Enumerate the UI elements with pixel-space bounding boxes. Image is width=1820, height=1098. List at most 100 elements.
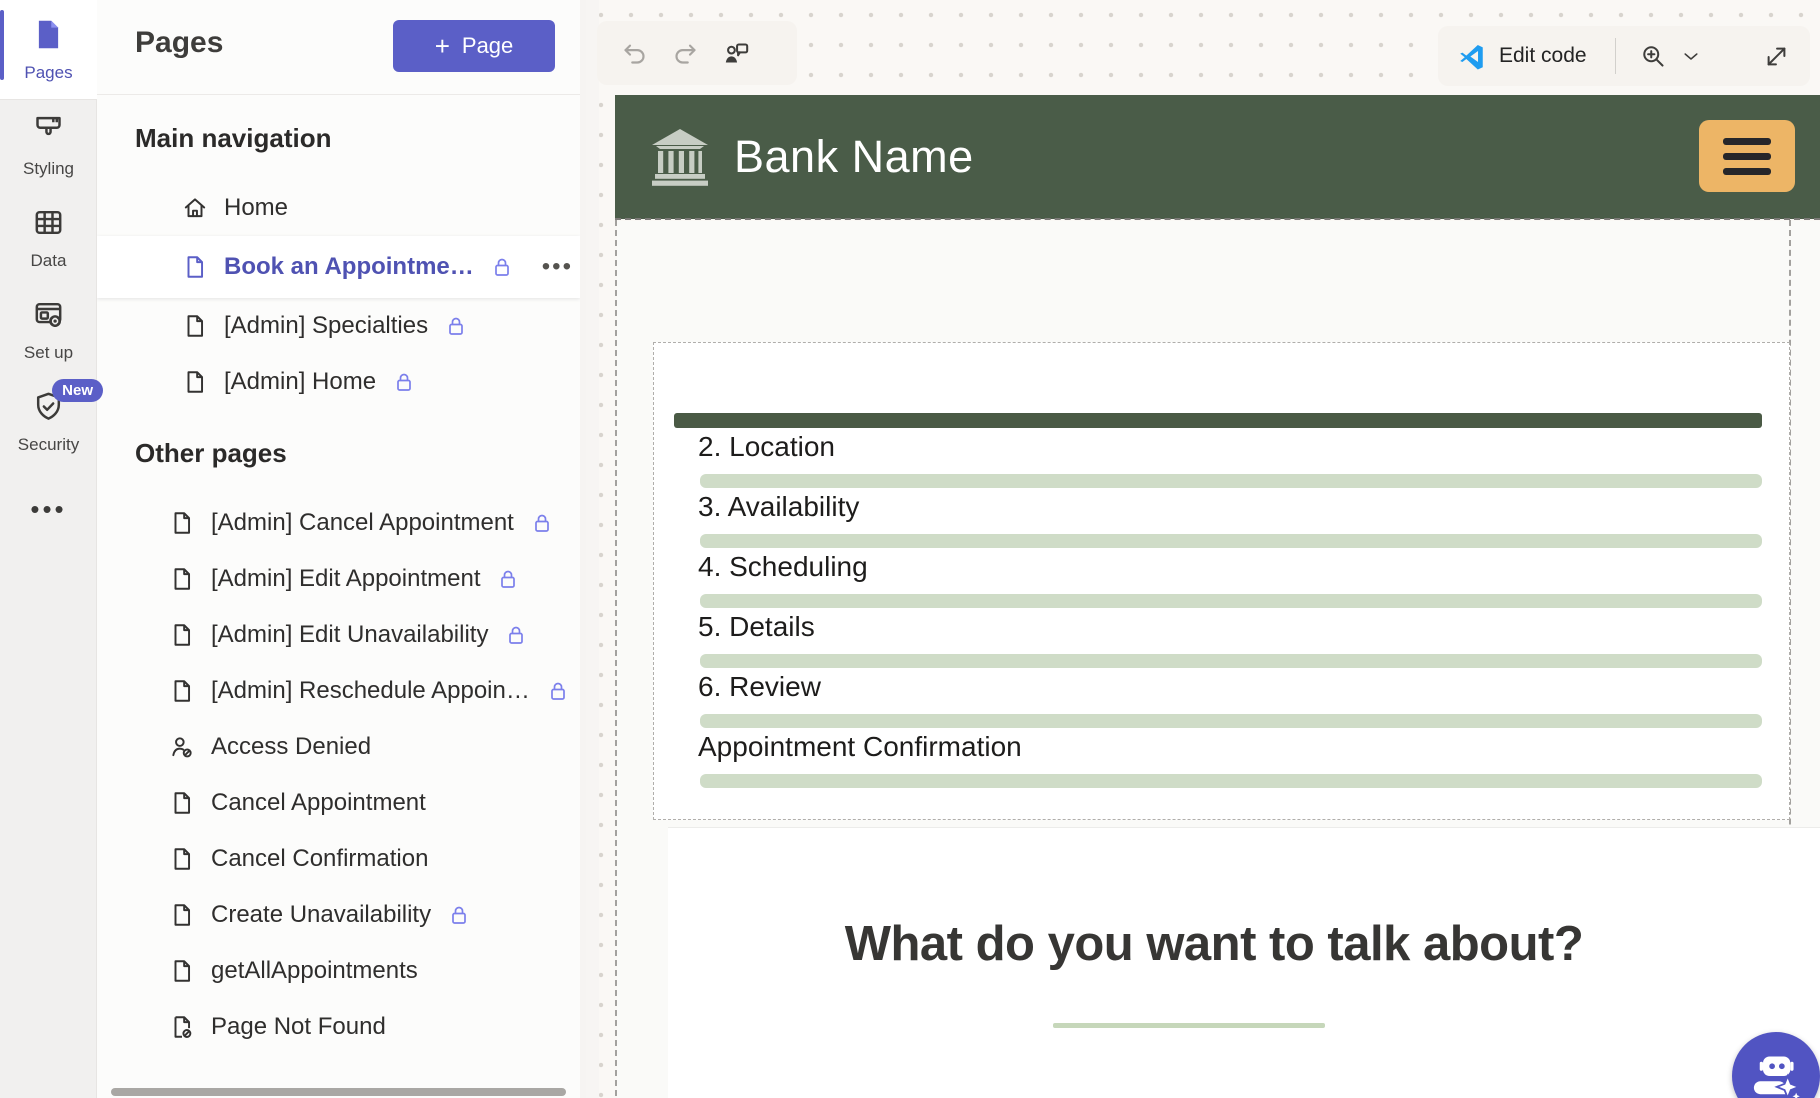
main-navigation-heading: Main navigation xyxy=(135,123,332,153)
horizontal-scrollbar[interactable] xyxy=(111,1088,566,1096)
sidebar-item-data[interactable]: Data xyxy=(0,192,97,284)
row-menu-icon[interactable]: ••• xyxy=(542,253,573,281)
sidebar-item-pages[interactable]: Pages xyxy=(0,0,97,100)
appointment-steps-section[interactable]: 2. Location 3. Availability 4. Scheduling 5… xyxy=(653,342,1790,820)
person-blocked-icon xyxy=(169,734,195,760)
home-icon xyxy=(182,195,208,221)
styling-icon xyxy=(32,114,65,152)
canvas-left-gutter xyxy=(586,0,599,1098)
page-list-item[interactable]: getAllAppointments xyxy=(97,943,580,999)
lock-icon xyxy=(496,567,520,591)
step-title: 4. Scheduling xyxy=(698,551,868,582)
other-pages-heading: Other pages xyxy=(135,438,287,468)
panel-scrollbar-track[interactable] xyxy=(580,0,586,1098)
panel-title: Pages xyxy=(135,26,224,59)
active-indicator xyxy=(0,10,4,80)
page-list-item-label: [Admin] Home xyxy=(224,368,377,395)
step-progress-bar xyxy=(700,654,1762,668)
main-navigation-list: Home Book an Appointme… ••• [Admin] Special… xyxy=(97,180,580,410)
add-page-button[interactable]: + Page xyxy=(393,20,555,72)
plus-icon: + xyxy=(434,31,450,61)
page-list-item[interactable]: Cancel Confirmation xyxy=(97,831,580,887)
design-canvas: Edit code Bank Name 2. Location 3. Availa… xyxy=(586,0,1820,1098)
hamburger-menu-button[interactable] xyxy=(1699,120,1795,192)
sidebar-item-styling[interactable]: Styling xyxy=(0,100,97,192)
zoom-in-icon[interactable] xyxy=(1640,43,1667,70)
page-list-item[interactable]: [Admin] Specialties xyxy=(97,298,580,354)
redo-icon[interactable] xyxy=(672,40,699,67)
page-list-item[interactable]: Home xyxy=(97,180,580,236)
pages-panel-header: Pages + Page xyxy=(97,0,580,95)
page-list-item[interactable]: [Admin] Home xyxy=(97,354,580,410)
toolbar-divider xyxy=(1614,38,1616,74)
chevron-down-icon[interactable] xyxy=(1681,43,1701,70)
page-list-item-label: Create Unavailability xyxy=(211,901,432,928)
site-header: Bank Name xyxy=(615,95,1820,219)
page-list-item-label: Home xyxy=(224,194,289,221)
lock-icon xyxy=(392,370,416,394)
page-list-item-label: Book an Appointme… xyxy=(224,253,474,280)
page-icon xyxy=(169,510,195,536)
rail-item-label: Security xyxy=(17,435,80,454)
page-list-item-label: [Admin] Cancel Appointment xyxy=(211,509,514,536)
lock-icon xyxy=(447,903,471,927)
comments-icon[interactable] xyxy=(723,40,750,67)
page-list-item[interactable]: [Admin] Edit Appointment xyxy=(97,551,580,607)
step-progress-bar xyxy=(700,594,1762,608)
step-title: 5. Details xyxy=(698,611,815,642)
rail-item-label: Set up xyxy=(23,343,74,362)
rail-item-label: Styling xyxy=(22,159,75,178)
page-list-item[interactable]: [Admin] Cancel Appointment xyxy=(97,495,580,551)
step-title: 3. Availability xyxy=(698,491,860,522)
page-list-item-label: getAllAppointments xyxy=(211,957,418,984)
other-pages-list: [Admin] Cancel Appointment [Admin] Edit A… xyxy=(97,495,580,1055)
bank-icon xyxy=(652,129,708,186)
step-progress-bar xyxy=(700,714,1762,728)
left-icon-rail: Pages Styling Data Set up New Security ••• xyxy=(0,0,103,1098)
edit-code-button[interactable]: Edit code xyxy=(1499,44,1587,68)
page-list-item-label: Cancel Confirmation xyxy=(211,845,429,872)
page-icon xyxy=(182,369,208,395)
data-icon xyxy=(32,206,65,244)
rail-item-label: Pages xyxy=(24,63,73,82)
pages-panel: Pages + Page Main navigation Home Book an… xyxy=(97,0,580,1098)
page-list-item-label: [Admin] Edit Appointment xyxy=(211,565,481,592)
page-list-item-label: Page Not Found xyxy=(211,1013,386,1040)
page-list-item[interactable]: Create Unavailability xyxy=(97,887,580,943)
question-section[interactable]: What do you want to talk about? xyxy=(668,827,1820,1098)
sidebar-item-security[interactable]: New Security xyxy=(0,376,103,468)
page-icon xyxy=(169,846,195,872)
page-list-item[interactable]: Book an Appointme… ••• xyxy=(97,236,580,298)
page-icon xyxy=(182,254,208,280)
page-list-item[interactable]: [Admin] Reschedule Appoin… xyxy=(97,663,580,719)
undo-icon[interactable] xyxy=(621,40,648,67)
lock-icon xyxy=(530,511,554,535)
setup-icon xyxy=(32,298,65,336)
page-list-item[interactable]: Page Not Found xyxy=(97,999,580,1055)
page-list-item[interactable]: Access Denied xyxy=(97,719,580,775)
step-progress-bar-active xyxy=(674,413,1762,428)
power-pages-design-studio: Pages Styling Data Set up New Security ••• Pag… xyxy=(0,0,1820,1098)
lock-icon xyxy=(546,679,570,703)
expand-icon[interactable] xyxy=(1763,43,1790,70)
page-list-item[interactable]: [Admin] Edit Unavailability xyxy=(97,607,580,663)
page-list-item[interactable]: Cancel Appointment xyxy=(97,775,580,831)
sidebar-item-set-up[interactable]: Set up xyxy=(0,284,97,376)
copilot-robot-icon xyxy=(1753,1056,1802,1098)
canvas-toolbar-left xyxy=(597,21,797,85)
page-icon xyxy=(169,958,195,984)
page-list-item-label: [Admin] Specialties xyxy=(224,312,429,339)
page-list-item-label: Access Denied xyxy=(211,733,372,760)
page-icon xyxy=(169,622,195,648)
selection-border-top xyxy=(615,218,1820,220)
page-list-item-label: [Admin] Edit Unavailability xyxy=(211,621,489,648)
lock-icon xyxy=(444,314,468,338)
question-heading: What do you want to talk about? xyxy=(844,917,1584,971)
page-icon xyxy=(182,313,208,339)
page-blocked-icon xyxy=(169,1014,195,1040)
add-page-button-label: Page xyxy=(461,33,514,58)
lock-icon xyxy=(490,255,514,279)
sidebar-more-button[interactable]: ••• xyxy=(0,468,97,551)
pages-icon xyxy=(32,18,65,56)
canvas-toolbar-right: Edit code xyxy=(1438,26,1810,86)
